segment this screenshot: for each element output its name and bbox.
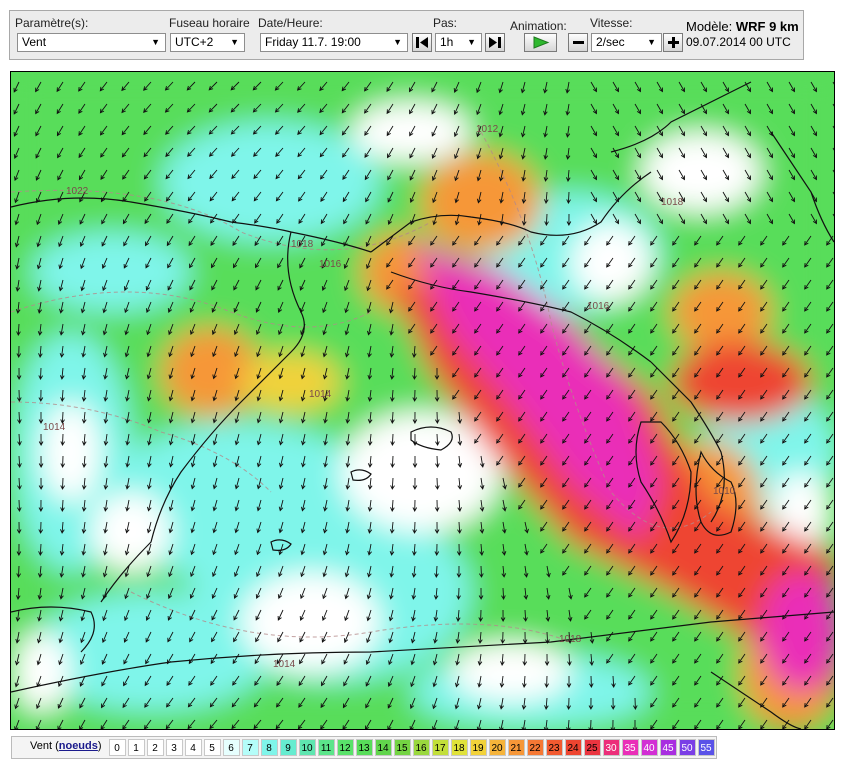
control-toolbar: Paramètre(s): Vent ▼ Fuseau horaire UTC+…: [9, 10, 804, 60]
legend-cell: 7: [241, 739, 259, 756]
step-back-button[interactable]: [412, 33, 432, 52]
speed-select[interactable]: 2/sec ▼: [591, 33, 662, 52]
param-select[interactable]: Vent ▼: [17, 33, 166, 52]
step-forward-icon: [489, 37, 501, 48]
speed-select-value: 2/sec: [596, 35, 625, 49]
dropdown-arrow-icon: ▼: [647, 37, 656, 47]
speed-decrease-button[interactable]: [568, 33, 588, 52]
legend-cell: 12: [336, 739, 354, 756]
legend-cell: 35: [621, 739, 639, 756]
model-prefix: Modèle:: [686, 19, 733, 34]
isobar-label: 1018: [661, 197, 684, 208]
dropdown-arrow-icon: ▼: [151, 37, 160, 47]
dropdown-arrow-icon: ▼: [230, 37, 239, 47]
speed-increase-button[interactable]: [663, 33, 683, 52]
step-select[interactable]: 1h ▼: [435, 33, 482, 52]
isobar-label: 1010: [713, 486, 736, 497]
isobar-label: 1014: [43, 422, 66, 433]
datetime-select[interactable]: Friday 11.7. 19:00 ▼: [260, 33, 408, 52]
isobar-label: 1014: [273, 659, 296, 670]
param-label: Paramètre(s):: [15, 16, 89, 30]
legend-label-text: Vent (: [30, 740, 59, 752]
legend-cell: 0: [108, 739, 126, 756]
isobar-label: 1016: [587, 301, 610, 312]
play-icon: [533, 36, 549, 49]
legend-cell: 6: [222, 739, 240, 756]
legend-cell: 11: [317, 739, 335, 756]
legend-cell: 21: [507, 739, 525, 756]
step-forward-button[interactable]: [485, 33, 505, 52]
datetime-label: Date/Heure:: [258, 16, 323, 30]
isobar-label: 1018: [559, 634, 582, 645]
model-title: Modèle: WRF 9 km: [686, 19, 799, 34]
step-select-value: 1h: [440, 35, 454, 49]
legend-cell: 55: [697, 739, 715, 756]
step-label: Pas:: [433, 16, 458, 30]
dropdown-arrow-icon: ▼: [393, 37, 402, 47]
legend-cell: 8: [260, 739, 278, 756]
isobar-label: 1022: [66, 186, 89, 197]
legend-cell: 9: [279, 739, 297, 756]
model-run-date: 09.07.2014 00 UTC: [686, 35, 791, 49]
datetime-select-value: Friday 11.7. 19:00: [265, 35, 361, 49]
legend-cell: 4: [184, 739, 202, 756]
timezone-label: Fuseau horaire: [169, 16, 250, 30]
model-name: WRF 9 km: [735, 19, 799, 34]
isobar-label: 1012: [476, 124, 499, 135]
legend-scale: 0 1 2 3 4 5 6 7 8 9 10 11 12 13 14 15 16 17 18 19 20 21 22 23 24…: [108, 737, 716, 758]
legend-cell: 10: [298, 739, 316, 756]
animation-label: Animation:: [510, 19, 567, 33]
legend-cell: 25: [583, 739, 601, 756]
legend-cell: 15: [393, 739, 411, 756]
timezone-select-value: UTC+2: [175, 35, 214, 49]
legend-cell: 3: [165, 739, 183, 756]
legend-cell: 16: [412, 739, 430, 756]
legend-cell: 5: [203, 739, 221, 756]
legend-unit-link[interactable]: noeuds: [59, 740, 98, 752]
isobar-label: 1014: [309, 389, 332, 400]
legend-cell: 45: [659, 739, 677, 756]
legend-cell: 22: [526, 739, 544, 756]
legend-label-end: ): [97, 740, 102, 752]
legend-cell: 13: [355, 739, 373, 756]
legend-cell: 1: [127, 739, 145, 756]
legend-cell: 50: [678, 739, 696, 756]
legend-cell: 19: [469, 739, 487, 756]
legend-cell: 20: [488, 739, 506, 756]
legend-cell: 17: [431, 739, 449, 756]
speed-label: Vitesse:: [590, 16, 633, 30]
wind-speed-field: [11, 72, 834, 729]
legend-label: Vent (noeuds): [12, 737, 108, 758]
legend-cell: 18: [450, 739, 468, 756]
legend-cell: 24: [564, 739, 582, 756]
isobar-label: 1016: [319, 259, 342, 270]
wind-map-canvas: 1012 1022 1018 1016 1018 1014 1014 1010 …: [11, 72, 834, 729]
play-button[interactable]: [524, 33, 557, 52]
wind-legend: Vent (noeuds) 0 1 2 3 4 5 6 7 8 9 10 11 12 13 14 15 16 17…: [11, 736, 717, 759]
dropdown-arrow-icon: ▼: [467, 37, 476, 47]
timezone-select[interactable]: UTC+2 ▼: [170, 33, 245, 52]
step-back-icon: [416, 37, 428, 48]
param-select-value: Vent: [22, 35, 47, 49]
legend-cell: 23: [545, 739, 563, 756]
legend-cell: 14: [374, 739, 392, 756]
legend-cell: 2: [146, 739, 164, 756]
minus-icon: [572, 41, 584, 44]
legend-cell: 30: [602, 739, 620, 756]
plus-icon: [667, 37, 679, 48]
isobar-label: 1018: [291, 239, 314, 250]
wind-map[interactable]: 1012 1022 1018 1016 1018 1014 1014 1010 …: [10, 71, 835, 730]
legend-cell: 40: [640, 739, 658, 756]
